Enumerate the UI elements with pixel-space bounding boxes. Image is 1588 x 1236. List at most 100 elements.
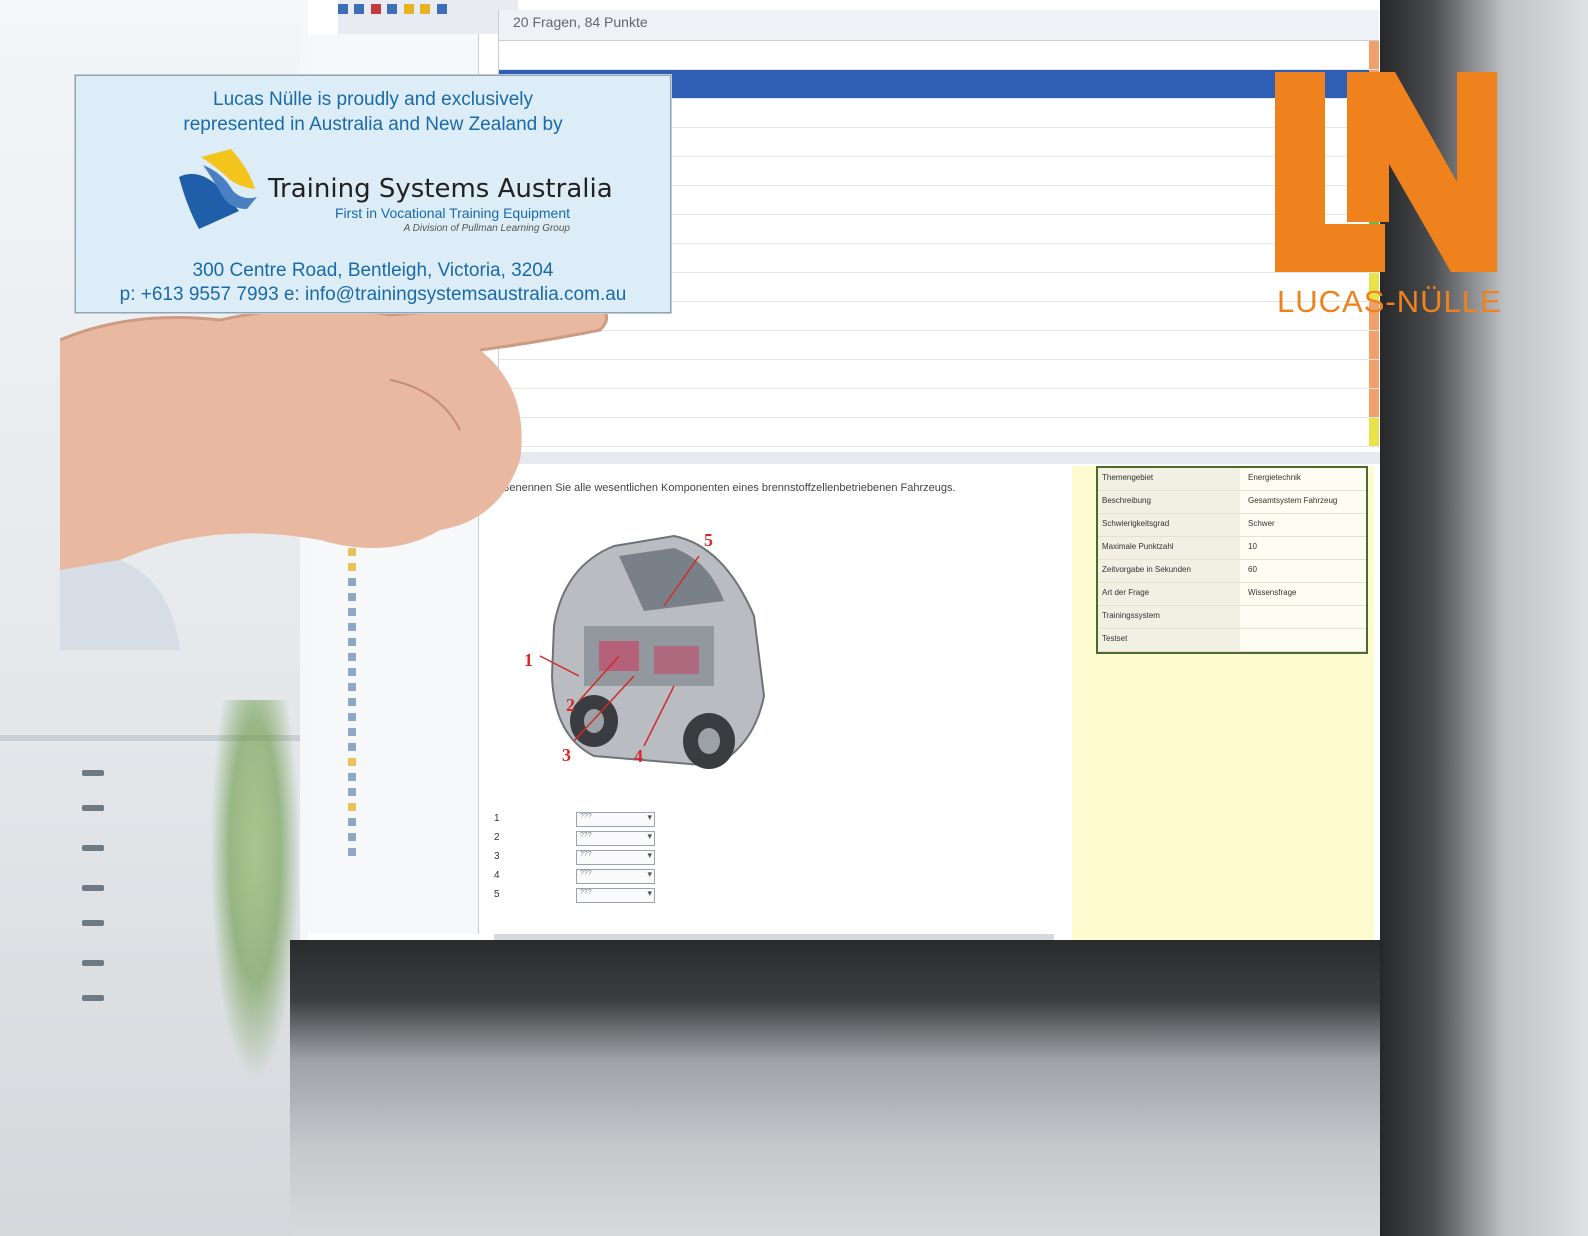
answer-number: 5 [494,889,500,900]
answer-number: 3 [494,851,500,862]
answer-dropdown[interactable]: ??? [576,869,655,884]
save-icon[interactable] [354,4,365,14]
tree-item[interactable] [308,484,478,499]
property-row: Art der Frage Wissensfrage [1098,583,1366,606]
tree-item[interactable] [308,724,478,739]
question-text: Benennen Sie alle wesentlichen Komponent… [502,482,956,494]
answer-number: 4 [494,870,500,881]
tree-folder[interactable] [308,559,478,574]
property-value[interactable]: Schwer [1240,514,1283,536]
question-row[interactable] [499,41,1379,70]
background-blind-slat [82,770,104,776]
question-row[interactable] [499,418,1379,447]
card-intro-line2: represented in Australia and New Zealand… [183,114,563,135]
question-row[interactable] [499,389,1379,418]
property-row: Zeitvorgabe in Sekunden 60 [1098,560,1366,583]
answer-dropdown[interactable]: ??? [576,850,655,865]
company-name: Training Systems Australia [268,174,613,204]
property-value[interactable]: 10 [1240,537,1265,559]
print-icon[interactable] [436,4,447,14]
tree-item[interactable] [308,679,478,694]
callout-4: 4 [634,746,643,766]
background-blind-slat [82,960,104,966]
sort-icon[interactable] [387,4,398,14]
company-division: A Division of Pullman Learning Group [403,223,570,234]
app-toolbar [338,0,518,34]
export-icon[interactable] [420,4,431,14]
delete-icon[interactable] [370,4,381,14]
question-detail: Benennen Sie alle wesentlichen Komponent… [494,466,1054,936]
question-row[interactable] [499,331,1379,360]
company-address: 300 Centre Road, Bentleigh, Victoria, 32… [192,260,554,281]
tree-item[interactable] [308,739,478,754]
properties-table: Themengebiet Energietechnik Beschreibung G… [1096,466,1368,654]
tree-item[interactable] [308,499,478,514]
distributor-info-card: Lucas Nülle is proudly and exclusively r… [75,75,671,313]
detail-splitter[interactable] [498,452,1380,464]
background-blind-slat [82,920,104,926]
callout-3: 3 [562,745,571,765]
property-key: Trainingssystem [1098,606,1240,628]
property-row: Schwierigkeitsgrad Schwer [1098,514,1366,537]
property-row: Maximale Punktzahl 10 [1098,537,1366,560]
tree-item[interactable] [308,574,478,589]
property-key: Testset [1098,629,1240,651]
tree-item[interactable] [308,694,478,709]
car-illustration: 5 1 2 3 4 [524,530,766,769]
callout-2: 2 [566,695,575,715]
background-blind-slat [82,995,104,1001]
lucas-nuelle-logo [1275,72,1497,272]
property-value[interactable]: Wissensfrage [1240,583,1304,605]
tree-item[interactable] [308,634,478,649]
property-key: Beschreibung [1098,491,1240,513]
property-row: Testset [1098,629,1366,652]
tsa-logo-icon [179,149,257,229]
property-value[interactable]: Gesamtsystem Fahrzeug [1240,491,1345,513]
question-list-header: 20 Fragen, 84 Punkte [499,10,1379,41]
tree-folder[interactable] [308,544,478,559]
property-value[interactable]: 60 [1240,560,1265,582]
property-key: Zeitvorgabe in Sekunden [1098,560,1240,582]
folder-icon[interactable] [403,4,414,14]
photo-scene: 20 Fragen, 84 Punkte Benennen Sie alle w… [0,0,1588,1236]
property-row: Themengebiet Energietechnik [1098,468,1366,491]
tree-item[interactable] [308,649,478,664]
answer-dropdown[interactable]: ??? [576,831,655,846]
question-row[interactable] [499,360,1379,389]
answer-number: 2 [494,832,500,843]
property-value[interactable] [1240,606,1256,628]
tree-item[interactable] [308,619,478,634]
callout-5: 5 [704,530,713,550]
background-blind-slat [82,805,104,811]
lucas-nuelle-wordmark: LUCAS-NÜLLE [1277,284,1502,319]
tree-folder[interactable] [308,799,478,814]
properties-pane: Themengebiet Energietechnik Beschreibung G… [1072,466,1374,940]
property-row: Trainingssystem [1098,606,1366,629]
tree-item[interactable] [308,604,478,619]
company-tagline: First in Vocational Training Equipment [334,205,570,221]
tree-item[interactable] [308,769,478,784]
tree-item[interactable] [308,709,478,724]
answer-number: 1 [494,813,500,824]
property-value[interactable] [1240,629,1256,651]
tree-item[interactable] [308,589,478,604]
new-icon[interactable] [338,4,348,14]
tree-item[interactable] [308,514,478,529]
property-value[interactable]: Energietechnik [1240,468,1309,490]
tree-item[interactable] [308,829,478,844]
tree-item[interactable] [308,844,478,859]
property-row: Beschreibung Gesamtsystem Fahrzeug [1098,491,1366,514]
background-blind-slat [82,885,104,891]
background-plant [210,700,300,1080]
answer-dropdown[interactable]: ??? [576,812,655,827]
company-contact[interactable]: p: +613 9557 7993 e: info@trainingsystem… [76,282,670,307]
callout-1: 1 [524,650,533,670]
answer-dropdown[interactable]: ??? [576,888,655,903]
property-key: Maximale Punktzahl [1098,537,1240,559]
tree-folder[interactable] [308,754,478,769]
tree-item[interactable] [308,814,478,829]
tree-item[interactable] [308,784,478,799]
tree-item[interactable] [308,529,478,544]
tree-item[interactable] [308,664,478,679]
horizontal-scrollbar[interactable] [494,934,1054,940]
